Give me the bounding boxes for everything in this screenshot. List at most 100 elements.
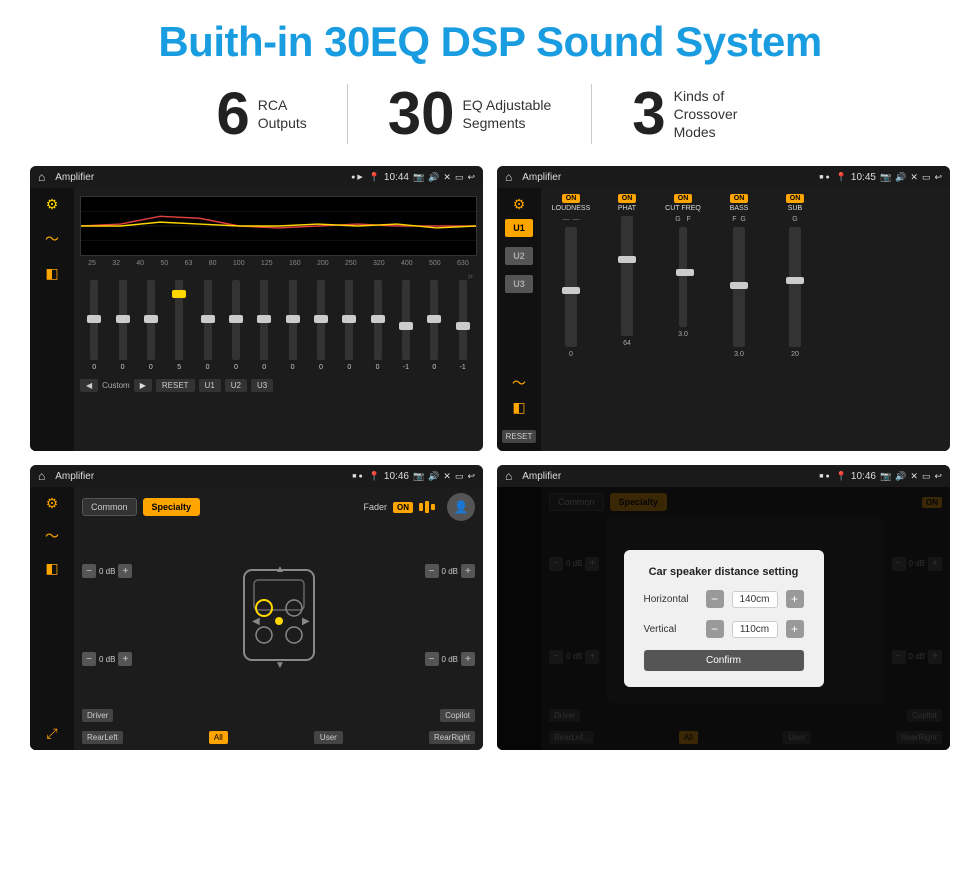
eq-slider-3: 5 [175,280,183,371]
expand-icon-3[interactable]: ⤢ [46,725,57,742]
db-control-4: − 0 dB + [425,652,475,666]
minus-btn-3[interactable]: − [425,564,439,578]
phat-track[interactable] [621,216,633,336]
custom-label: Custom [102,381,130,390]
u2-button-1[interactable]: U2 [225,379,247,392]
user-btn[interactable]: User [314,731,343,744]
all-label[interactable]: All [209,731,228,744]
dot-icon-1: ● ▶ [351,173,363,181]
preset-u3[interactable]: U3 [505,275,533,293]
horizontal-minus[interactable]: − [706,590,724,608]
fader-on[interactable]: ON [393,502,413,513]
wave-icon-2[interactable]: 〜 [512,373,526,393]
eq-slider-5: 0 [232,280,240,371]
x-icon-4[interactable]: ✕ [910,471,918,482]
u3-button-1[interactable]: U3 [251,379,273,392]
home-icon-4[interactable]: ⌂ [505,469,512,483]
speaker-icon-3[interactable]: ◧ [45,560,58,577]
vertical-row: Vertical − 110cm + [644,620,804,638]
win-icon-4[interactable]: ▭ [922,471,931,482]
horizontal-label: Horizontal [644,594,698,605]
bass-track[interactable] [733,227,745,347]
settings-person-icon[interactable]: 👤 [447,493,475,521]
plus-btn-4[interactable]: + [461,652,475,666]
wave-icon-3[interactable]: 〜 [45,526,59,546]
sub-track[interactable] [789,227,801,347]
eq-icon-3[interactable]: ⚙ [46,495,59,512]
minus-btn-2[interactable]: − [82,652,96,666]
x-icon-1[interactable]: ✕ [443,172,451,183]
vertical-minus[interactable]: − [706,620,724,638]
win-icon-2[interactable]: ▭ [922,172,931,183]
eq-icon[interactable]: ⚙ [46,196,59,213]
screen2-body: ⚙ U1 U2 U3 〜 ◧ RESET ON LOUDNESS —— [497,188,950,451]
back-icon-2[interactable]: ↩ [934,172,942,183]
eq-slider-6: 0 [260,280,268,371]
on-badge-loudness: ON [562,194,581,203]
sidebar-1: ⚙ 〜 ◧ [30,188,74,451]
vol-icon-1: 🔊 [428,172,439,183]
bottom-labels-3: Driver Copilot [82,709,475,722]
on-badge-phat: ON [618,194,637,203]
back-icon-4[interactable]: ↩ [934,471,942,482]
modal-overlay: Car speaker distance setting Horizontal … [497,487,950,750]
status-right-1: 📍 10:44 📷 🔊 ✕ ▭ ↩ [369,172,475,183]
win-icon-3[interactable]: ▭ [455,471,464,482]
loudness-track[interactable] [565,227,577,347]
home-icon-1[interactable]: ⌂ [38,170,45,184]
eq-slider-11: -1 [402,280,410,371]
win-icon-1[interactable]: ▭ [455,172,464,183]
stat-crossover: 3 Kinds ofCrossover Modes [592,84,803,144]
fader-label: Fader [363,502,387,512]
preset-u2[interactable]: U2 [505,247,533,265]
minus-btn-4[interactable]: − [425,652,439,666]
confirm-button[interactable]: Confirm [644,650,804,671]
sub-val: 20 [791,351,799,358]
screen-eq: ⌂ Amplifier ● ▶ 📍 10:44 📷 🔊 ✕ ▭ ↩ ⚙ 〜 ◧ [30,166,483,451]
plus-btn-3[interactable]: + [461,564,475,578]
specialty-tab[interactable]: Specialty [143,498,201,516]
time-3: 10:46 [384,471,409,482]
back-icon-3[interactable]: ↩ [467,471,475,482]
eq-slider-4: 0 [204,280,212,371]
loudness-val: 0 [569,351,573,358]
horizontal-plus[interactable]: + [786,590,804,608]
channel-phat: ON PHAT 64 [601,194,653,445]
plus-btn-2[interactable]: + [118,652,132,666]
reset-button-1[interactable]: RESET [156,379,195,392]
status-right-4: 📍 10:46 📷 🔊 ✕ ▭ ↩ [836,471,942,482]
db-val-2: 0 dB [99,655,115,664]
channel-bass-label: BASS [730,205,749,212]
back-icon-1[interactable]: ↩ [467,172,475,183]
minus-btn-1[interactable]: − [82,564,96,578]
screen-mixer: ⌂ Amplifier ■ ● 📍 10:45 📷 🔊 ✕ ▭ ↩ ⚙ U1 U [497,166,950,451]
speaker-icon-2[interactable]: ◧ [512,399,525,416]
eq-slider-13: -1 [459,280,467,371]
plus-btn-1[interactable]: + [118,564,132,578]
wave-icon[interactable]: 〜 [45,229,59,249]
channel-loudness-label: LOUDNESS [552,205,591,212]
pin-icon-4: 📍 [836,471,847,482]
reset-button-2[interactable]: RESET [502,430,537,443]
home-icon-2[interactable]: ⌂ [505,170,512,184]
speaker-icon[interactable]: ◧ [45,265,58,282]
prev-button[interactable]: ◀ [80,379,98,392]
play-button[interactable]: ▶ [134,379,152,392]
u1-button-1[interactable]: U1 [199,379,221,392]
pin-icon-2: 📍 [836,172,847,183]
fader-row: Fader ON [363,501,435,513]
preset-u1[interactable]: U1 [505,219,533,237]
home-icon-3[interactable]: ⌂ [38,469,45,483]
cam-icon-3: 📷 [413,471,424,482]
stat-eq-label: EQ AdjustableSegments [463,96,552,132]
channel-phat-label: PHAT [618,205,636,212]
db-val-3: 0 dB [442,567,458,576]
screen1-body: ⚙ 〜 ◧ [30,188,483,451]
eq-icon-2[interactable]: ⚙ [513,196,526,213]
x-icon-2[interactable]: ✕ [910,172,918,183]
x-icon-3[interactable]: ✕ [443,471,451,482]
vertical-plus[interactable]: + [786,620,804,638]
cutfreq-track-g[interactable] [679,227,687,327]
forward-icon[interactable]: » [467,271,473,282]
common-tab[interactable]: Common [82,498,137,516]
